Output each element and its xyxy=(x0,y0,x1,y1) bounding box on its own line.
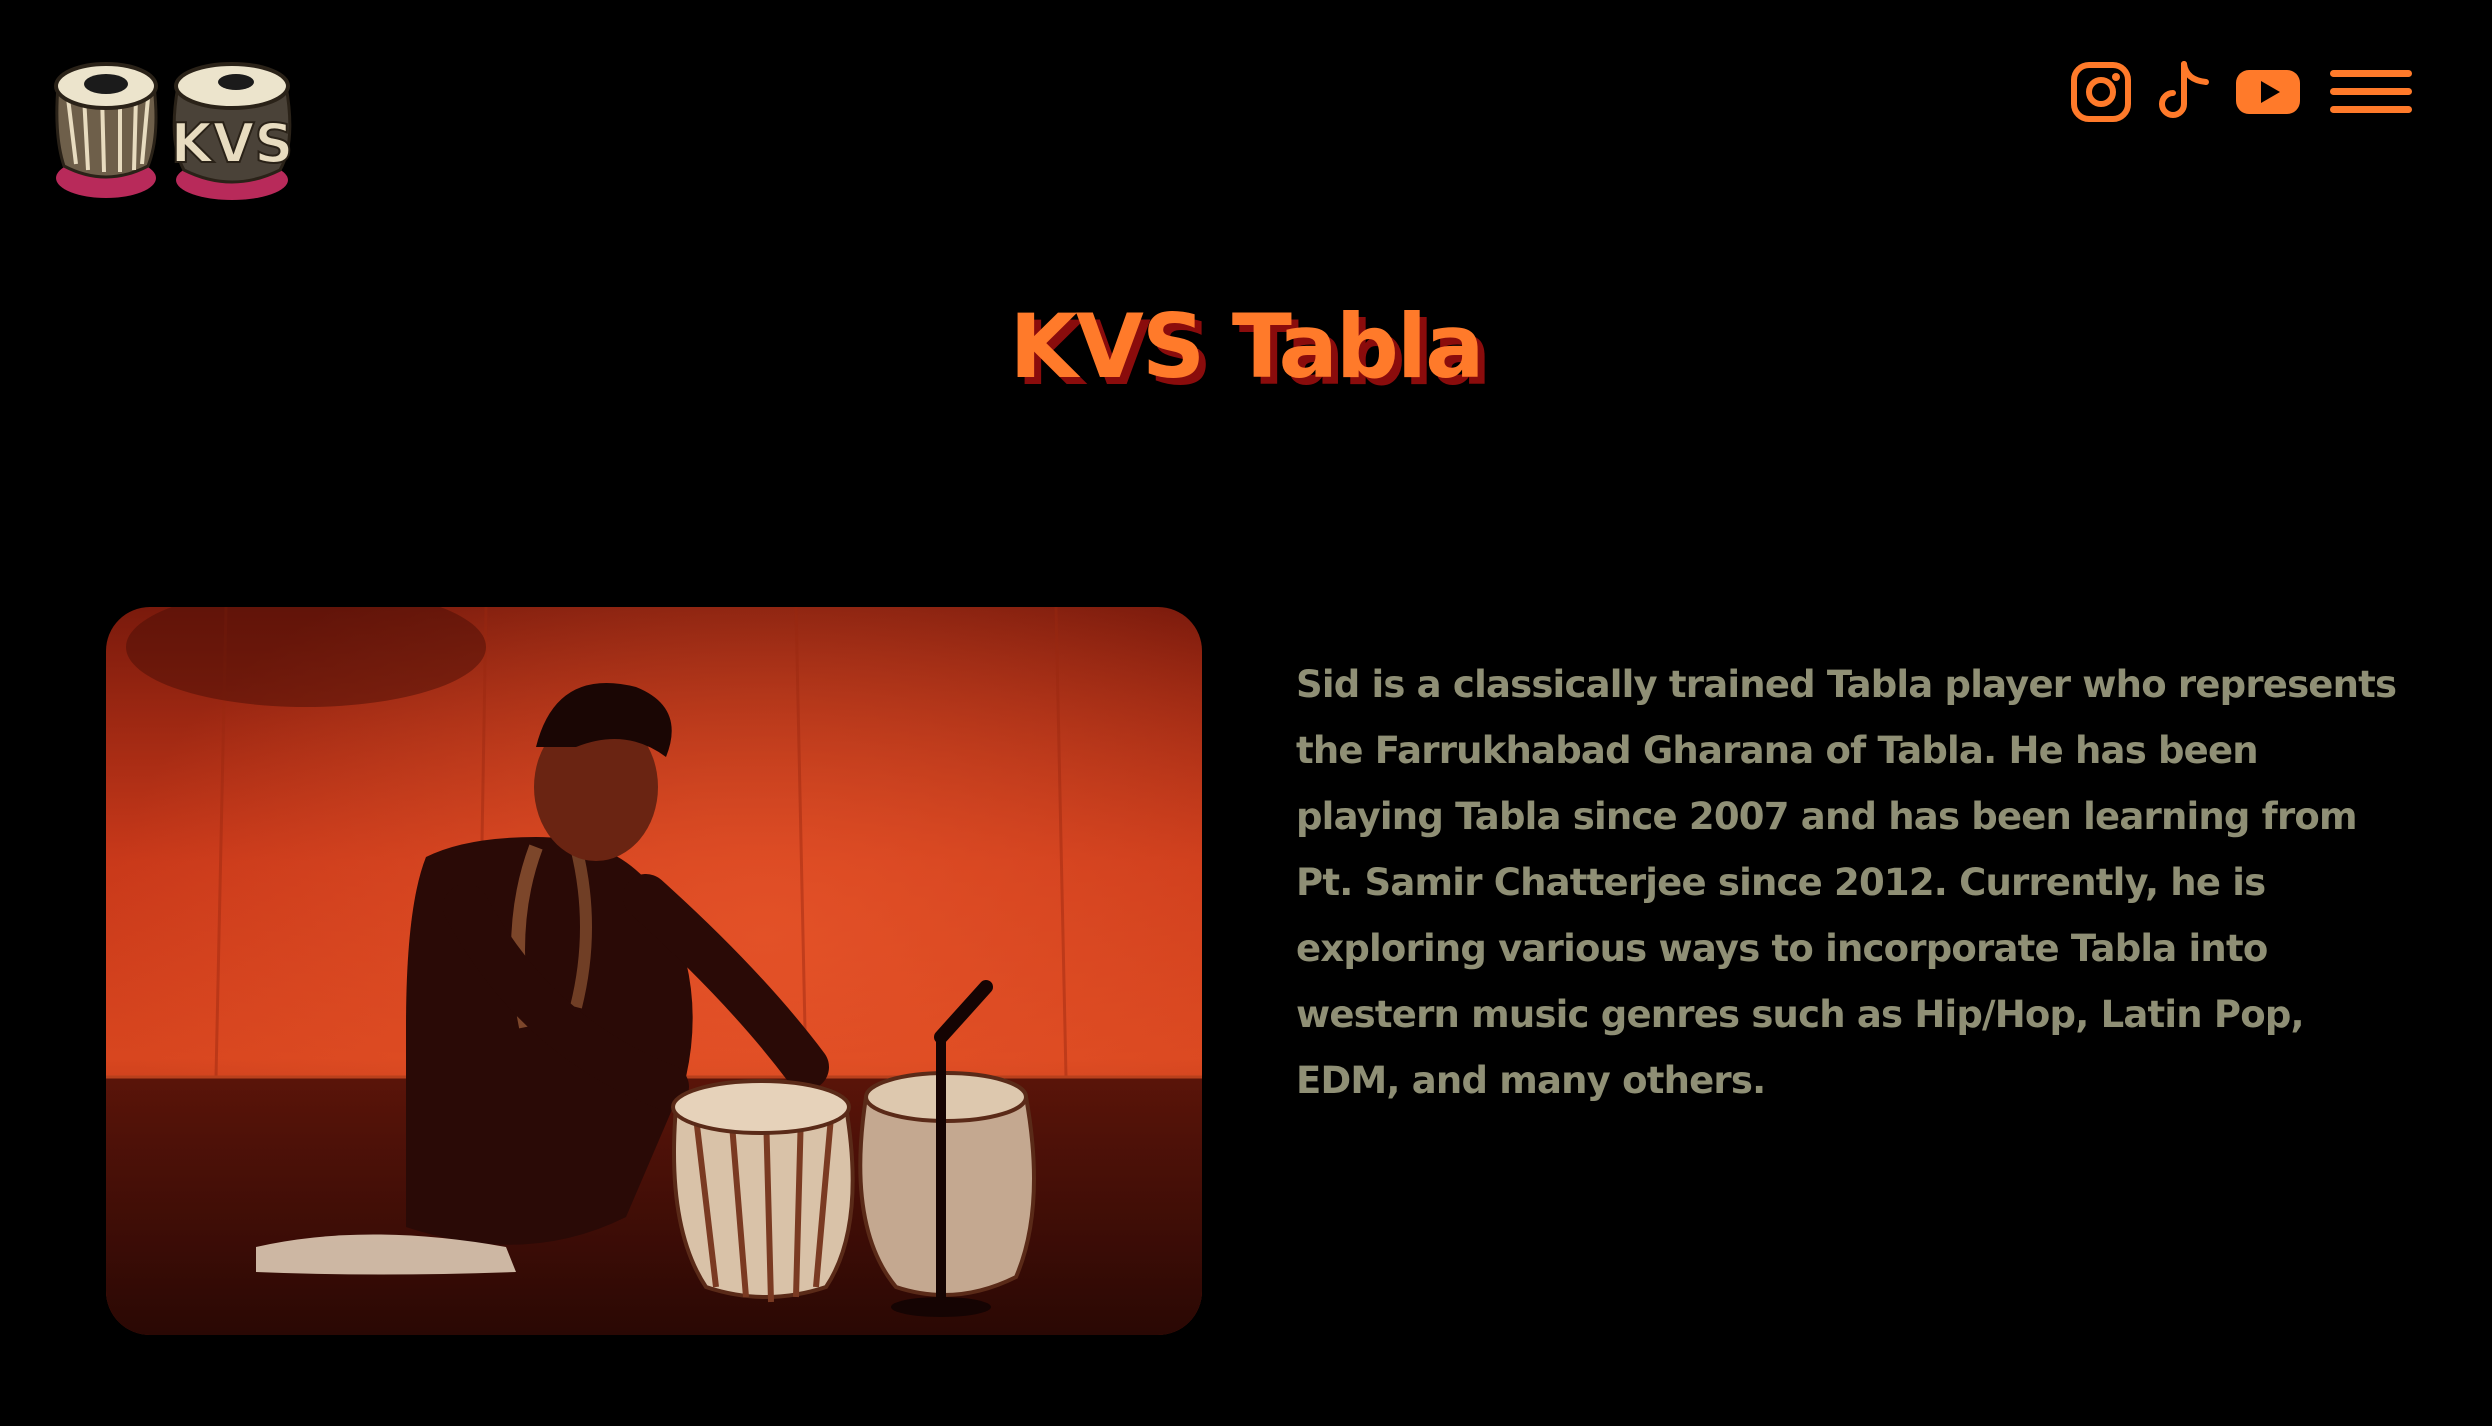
page-title: KVS Tabla xyxy=(1009,295,1485,398)
hamburger-menu-icon[interactable] xyxy=(2330,67,2412,121)
tabla-drums-logo[interactable]: KVS xyxy=(50,46,298,204)
tiktok-icon[interactable] xyxy=(2154,60,2214,128)
bio-text: Sid is a classically trained Tabla playe… xyxy=(1296,663,2397,1102)
social-links xyxy=(2070,60,2412,128)
logo-image: KVS xyxy=(54,62,294,200)
logo-text: KVS xyxy=(171,112,294,175)
performer-photo xyxy=(106,607,1202,1335)
youtube-icon[interactable] xyxy=(2236,68,2300,120)
instagram-icon[interactable] xyxy=(2070,61,2132,127)
